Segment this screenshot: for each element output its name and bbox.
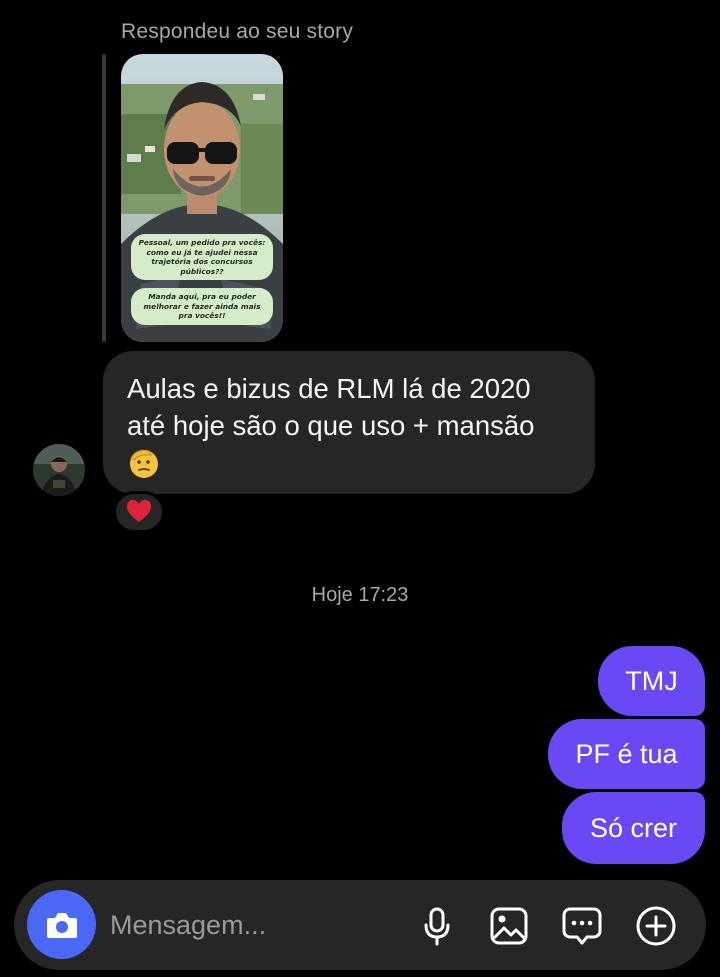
gallery-button[interactable] xyxy=(487,904,531,948)
sender-avatar[interactable] xyxy=(33,444,85,496)
story-text-box-2: Manda aqui, pra eu poder melhorar e faze… xyxy=(131,288,273,325)
story-thumbnail[interactable]: Pessoal, um pedido pra vocês: como eu já… xyxy=(121,54,283,342)
avatar-photo xyxy=(33,444,85,496)
outgoing-message-2[interactable]: PF é tua xyxy=(548,719,705,789)
reply-indicator-bar xyxy=(102,54,106,342)
sticker-button[interactable] xyxy=(560,904,604,948)
story-text-box-1: Pessoal, um pedido pra vocês: como eu já… xyxy=(131,234,273,280)
reply-caption: Respondeu ao seu story xyxy=(121,20,354,43)
outgoing-message-3[interactable]: Só crer xyxy=(562,792,705,864)
plus-icon xyxy=(636,906,676,946)
outgoing-message-1[interactable]: TMJ xyxy=(598,646,705,716)
red-heart-icon xyxy=(126,500,152,522)
outgoing-message-text: TMJ xyxy=(625,665,678,696)
add-button[interactable] xyxy=(634,904,678,948)
message-input[interactable] xyxy=(110,902,400,948)
camera-icon xyxy=(46,912,77,938)
incoming-message-bubble[interactable]: Aulas e bizus de RLM lá de 2020 até hoje… xyxy=(103,351,595,494)
message-timestamp: Hoje 17:23 xyxy=(311,584,409,606)
camera-button[interactable] xyxy=(27,890,96,959)
outgoing-message-text: PF é tua xyxy=(575,738,678,769)
saluting-face-emoji xyxy=(127,446,571,482)
gallery-icon xyxy=(490,907,528,945)
sticker-icon xyxy=(562,907,602,945)
heart-reaction[interactable] xyxy=(113,491,165,533)
outgoing-message-text: Só crer xyxy=(589,812,678,843)
microphone-icon xyxy=(424,907,450,946)
message-composer xyxy=(14,880,706,970)
incoming-message-text: Aulas e bizus de RLM lá de 2020 até hoje… xyxy=(127,373,535,441)
microphone-button[interactable] xyxy=(415,904,459,948)
